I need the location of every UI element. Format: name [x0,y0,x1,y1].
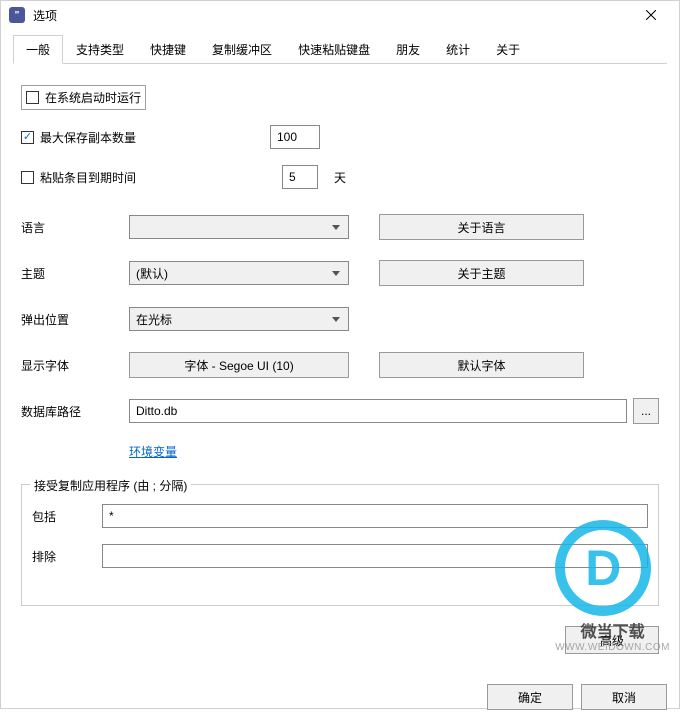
theme-value: (默认) [136,265,168,282]
theme-combo[interactable]: (默认) [129,261,349,285]
exclude-label: 排除 [32,548,102,565]
row-include: 包括 [32,503,648,529]
startup-label: 在系统启动时运行 [45,89,141,106]
about-theme-button[interactable]: 关于主题 [379,260,584,286]
max-copies-input[interactable] [270,125,320,149]
expire-label: 粘贴条目到期时间 [40,169,282,186]
content-area: 一般 支持类型 快捷键 复制缓冲区 快速粘贴键盘 朋友 统计 关于 在系统启动时… [1,29,679,672]
row-theme: 主题 (默认) 关于主题 [21,260,659,286]
row-db-path: 数据库路径 ... [21,398,659,424]
row-exclude: 排除 [32,543,648,569]
db-path-input[interactable] [129,399,627,423]
include-label: 包括 [32,508,102,525]
startup-checkbox-wrap[interactable]: 在系统启动时运行 [21,85,146,110]
popup-pos-combo[interactable]: 在光标 [129,307,349,331]
popup-pos-value: 在光标 [136,311,172,328]
copy-apps-fieldset: 接受复制应用程序 (由 ; 分隔) 包括 排除 [21,484,659,606]
advanced-area: 高级 [21,606,659,654]
about-language-button[interactable]: 关于语言 [379,214,584,240]
titlebar: " 选项 [1,1,679,29]
copy-apps-legend: 接受复制应用程序 (由 ; 分隔) [30,477,191,494]
default-font-button[interactable]: 默认字体 [379,352,584,378]
tab-strip: 一般 支持类型 快捷键 复制缓冲区 快速粘贴键盘 朋友 统计 关于 [13,34,667,64]
row-max-copies: 最大保存副本数量 [21,124,659,150]
window-title: 选项 [33,7,631,24]
font-label: 显示字体 [21,357,129,374]
row-language: 语言 关于语言 [21,214,659,240]
tab-copy-buffers[interactable]: 复制缓冲区 [199,35,285,64]
close-icon [646,10,656,20]
expire-checkbox[interactable] [21,171,34,184]
cancel-button[interactable]: 取消 [581,684,667,710]
db-path-label: 数据库路径 [21,403,129,420]
include-input[interactable] [102,504,648,528]
tab-general[interactable]: 一般 [13,35,63,64]
expire-input[interactable] [282,165,318,189]
row-env-link: 环境变量 [21,438,659,464]
row-font: 显示字体 字体 - Segoe UI (10) 默认字体 [21,352,659,378]
tab-stats[interactable]: 统计 [433,35,483,64]
tab-panel-general: 在系统启动时运行 最大保存副本数量 粘贴条目到期时间 天 语言 [13,64,667,662]
tab-about[interactable]: 关于 [483,35,533,64]
advanced-button[interactable]: 高级 [565,626,659,654]
tab-friends[interactable]: 朋友 [383,35,433,64]
theme-label: 主题 [21,265,129,282]
row-popup-pos: 弹出位置 在光标 [21,306,659,332]
app-icon: " [9,7,25,23]
tab-shortcuts[interactable]: 快捷键 [137,35,199,64]
max-copies-label: 最大保存副本数量 [40,129,270,146]
options-window: " 选项 一般 支持类型 快捷键 复制缓冲区 快速粘贴键盘 朋友 统计 关于 在… [0,0,680,709]
ok-button[interactable]: 确定 [487,684,573,710]
language-label: 语言 [21,219,129,236]
row-run-on-startup: 在系统启动时运行 [21,84,659,110]
expire-unit: 天 [334,169,346,186]
tab-quick-paste[interactable]: 快速粘贴键盘 [285,35,383,64]
close-button[interactable] [631,1,671,29]
language-combo[interactable] [129,215,349,239]
env-vars-link[interactable]: 环境变量 [129,443,177,460]
exclude-input[interactable] [102,544,648,568]
startup-checkbox[interactable] [26,91,39,104]
dialog-footer: 确定 取消 [1,672,679,722]
db-path-browse-button[interactable]: ... [633,398,659,424]
tab-supported-types[interactable]: 支持类型 [63,35,137,64]
popup-pos-label: 弹出位置 [21,311,129,328]
max-copies-checkbox[interactable] [21,131,34,144]
font-button[interactable]: 字体 - Segoe UI (10) [129,352,349,378]
row-expire: 粘贴条目到期时间 天 [21,164,659,190]
